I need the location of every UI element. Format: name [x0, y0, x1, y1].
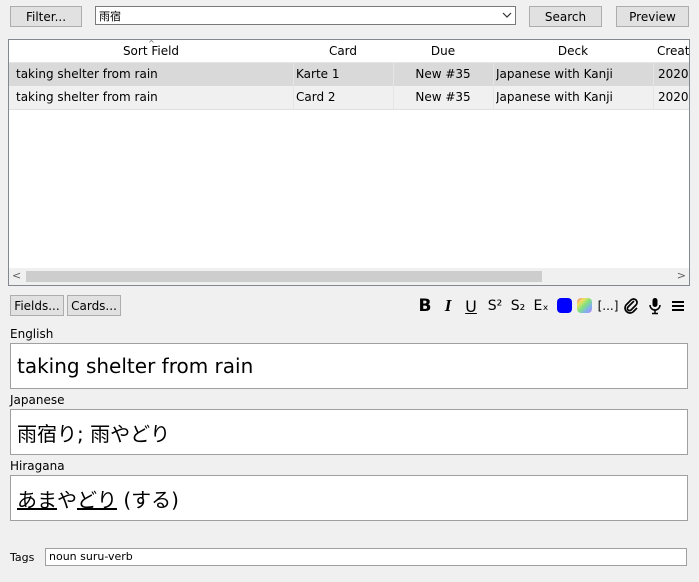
cell-due: New #35	[415, 67, 471, 81]
color-picker-icon[interactable]	[577, 298, 592, 313]
field-hiragana[interactable]: あまやどり (する)	[10, 475, 688, 521]
search-combo-value: 雨宿	[99, 9, 121, 23]
column-divider	[653, 63, 654, 109]
column-header-card[interactable]: Card	[293, 40, 394, 63]
field-label-hiragana: Hiragana	[10, 459, 65, 473]
cell-created: 2020-..	[658, 90, 689, 104]
subscript-button[interactable]: S₂	[507, 296, 529, 316]
cell-sort-field: taking shelter from rain	[16, 90, 158, 104]
chevron-down-icon[interactable]	[502, 9, 512, 24]
tags-input[interactable]: noun suru-verb	[45, 548, 687, 566]
horizontal-scrollbar[interactable]: < >	[9, 268, 689, 285]
italic-button[interactable]: I	[440, 296, 456, 316]
sort-indicator-icon: ^	[148, 39, 155, 48]
column-header-sort-field[interactable]: Sort Field ^	[9, 40, 294, 63]
paperclip-icon[interactable]	[622, 297, 640, 315]
bold-button[interactable]: B	[416, 296, 434, 316]
microphone-icon[interactable]	[646, 297, 664, 315]
scrollbar-thumb[interactable]	[26, 271, 542, 282]
fields-button[interactable]: Fields...	[10, 295, 64, 316]
column-divider	[493, 63, 494, 109]
cloze-button[interactable]: [...]	[598, 296, 619, 316]
cell-deck: Japanese with Kanji	[496, 90, 613, 104]
text-color-button[interactable]	[557, 298, 572, 313]
scroll-left-icon[interactable]: <	[12, 269, 21, 282]
column-header-due[interactable]: Due	[393, 40, 494, 63]
hiragana-underlined-text: どり	[77, 487, 117, 512]
field-english[interactable]: taking shelter from rain	[10, 343, 688, 389]
cell-card: Card 2	[296, 90, 336, 104]
table-row[interactable]: taking shelter from rain Card 2 New #35 …	[9, 86, 689, 110]
search-button[interactable]: Search	[529, 6, 602, 27]
column-header-label: Create	[657, 44, 690, 58]
cell-created: 2020-..	[658, 67, 689, 81]
cell-sort-field: taking shelter from rain	[16, 67, 158, 81]
column-header-label: Card	[328, 44, 358, 58]
hiragana-text: や	[57, 487, 77, 512]
column-divider	[293, 63, 294, 109]
field-label-japanese: Japanese	[10, 393, 65, 407]
column-divider	[393, 63, 394, 109]
column-header-deck[interactable]: Deck	[493, 40, 654, 63]
menu-icon[interactable]	[669, 297, 687, 315]
superscript-button[interactable]: S²	[484, 296, 506, 316]
cell-card: Karte 1	[296, 67, 340, 81]
field-label-english: English	[10, 327, 54, 341]
filter-button[interactable]: Filter...	[10, 6, 82, 27]
column-header-label: Due	[430, 44, 456, 58]
preview-button[interactable]: Preview	[616, 6, 689, 27]
clear-format-button[interactable]: Eₓ	[530, 296, 552, 316]
cell-due: New #35	[415, 90, 471, 104]
column-header-created[interactable]: Create	[653, 40, 690, 63]
column-header-label: Deck	[557, 44, 589, 58]
scroll-right-icon[interactable]: >	[677, 269, 686, 282]
field-japanese[interactable]: 雨宿り; 雨やどり	[10, 409, 688, 455]
cell-deck: Japanese with Kanji	[496, 67, 613, 81]
card-table: Sort Field ^ Card Due Deck Create taking…	[8, 39, 690, 286]
tags-label: Tags	[10, 551, 35, 564]
cards-button[interactable]: Cards...	[67, 295, 121, 316]
hiragana-underlined-text: あま	[17, 487, 57, 512]
search-combo[interactable]: 雨宿	[95, 6, 516, 25]
table-row[interactable]: taking shelter from rain Karte 1 New #35…	[9, 63, 689, 86]
underline-button[interactable]: U	[462, 296, 480, 316]
hiragana-text: (する)	[117, 487, 179, 512]
